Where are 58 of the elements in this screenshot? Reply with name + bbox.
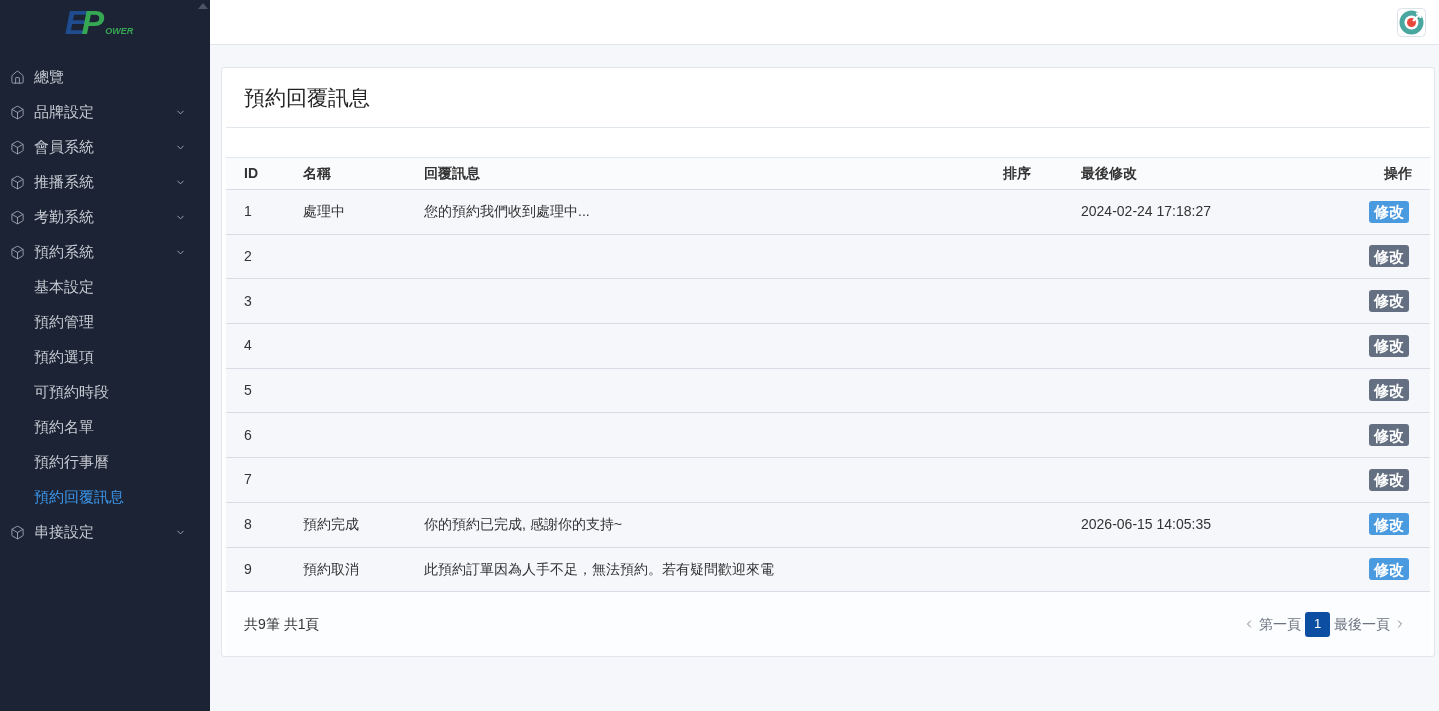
edit-button[interactable]: 修改: [1369, 468, 1409, 491]
sidebar-item[interactable]: 預約系統: [0, 235, 210, 270]
edit-button[interactable]: 修改: [1369, 289, 1409, 312]
sidebar-subitem[interactable]: 預約行事曆: [0, 445, 210, 480]
sidebar-item[interactable]: 考勤系統: [0, 200, 210, 235]
sidebar-item[interactable]: 總覽: [0, 60, 210, 95]
sidebar-subitem[interactable]: 預約名單: [0, 410, 210, 445]
table-cell: 2026-06-15 14:05:35: [1081, 516, 1211, 533]
table-cell: 6: [244, 426, 252, 443]
table-cell: 9: [244, 560, 252, 577]
edit-button[interactable]: 修改: [1369, 245, 1409, 268]
sidebar-subitem[interactable]: 基本設定: [0, 270, 210, 305]
sidebar-item[interactable]: 串接設定: [0, 515, 210, 550]
table-cell: 您的預約我們收到處理中...: [424, 203, 590, 220]
table-cell: 5: [244, 382, 252, 399]
table-cell: 2024-02-24 17:18:27: [1081, 203, 1211, 220]
table-cell: 此預約訂單因為人手不足，無法預約。若有疑問歡迎來電: [424, 560, 774, 577]
sidebar-subitem[interactable]: 預約選項: [0, 340, 210, 375]
column-header: ID: [244, 165, 258, 181]
avatar-icon[interactable]: [1397, 7, 1426, 37]
sidebar-subitem[interactable]: 預約回覆訊息: [0, 480, 210, 515]
column-header: 最後修改: [1081, 165, 1137, 181]
column-header: 排序: [1003, 165, 1031, 181]
table-cell: 預約取消: [303, 560, 359, 577]
scroll-up-icon[interactable]: [198, 3, 208, 9]
table-cell: 3: [244, 292, 252, 309]
cube-icon: [10, 140, 25, 155]
column-header: 操作: [1384, 165, 1412, 181]
edit-button[interactable]: 修改: [1369, 379, 1409, 402]
table-cell: 7: [244, 471, 252, 488]
page-button[interactable]: 1: [1305, 611, 1330, 637]
page-title: 預約回覆訊息: [244, 84, 370, 111]
brand-logo: EPOWER: [64, 5, 135, 39]
sidebar-item[interactable]: 推播系統: [0, 165, 210, 200]
record-summary: 共9筆 共1頁: [244, 614, 320, 634]
table-cell: 處理中: [303, 203, 345, 220]
cube-icon: [10, 245, 25, 260]
table-cell: 8: [244, 516, 252, 533]
table-cell: 1: [244, 203, 252, 220]
table-cell: 你的預約已完成, 感謝你的支持~: [424, 516, 622, 533]
last-page-link[interactable]: 最後一頁: [1334, 613, 1390, 635]
home-icon: [10, 70, 25, 85]
column-header: 回覆訊息: [424, 165, 480, 181]
table-cell: 預約完成: [303, 516, 359, 533]
sidebar-item[interactable]: 會員系統: [0, 130, 210, 165]
table-cell: 2: [244, 248, 252, 265]
table-cell: 4: [244, 337, 252, 354]
first-page-link[interactable]: 第一頁: [1259, 613, 1301, 635]
edit-button[interactable]: 修改: [1369, 334, 1409, 357]
cube-icon: [10, 105, 25, 120]
column-header: 名稱: [303, 165, 331, 181]
cube-icon: [10, 210, 25, 225]
sidebar-subitem[interactable]: 預約管理: [0, 305, 210, 340]
cube-icon: [10, 525, 25, 540]
sidebar-item[interactable]: 品牌設定: [0, 95, 210, 130]
cube-icon: [10, 175, 25, 190]
edit-button[interactable]: 修改: [1369, 424, 1409, 447]
sidebar-subitem[interactable]: 可預約時段: [0, 375, 210, 410]
